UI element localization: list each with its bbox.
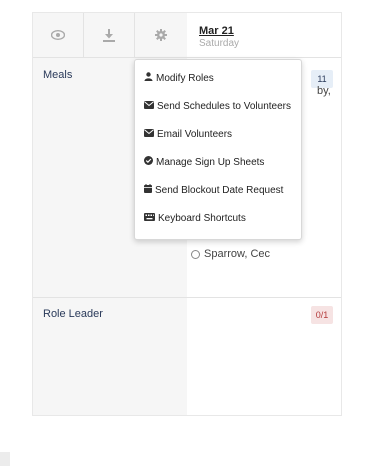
- role-label-role-leader: Role Leader: [43, 308, 103, 320]
- eye-icon: [51, 30, 65, 40]
- date-header[interactable]: Mar 21 Saturday: [199, 25, 239, 50]
- menu-item-label: Email Volunteers: [157, 128, 233, 140]
- page-corner-shade: [0, 452, 10, 466]
- settings-dropdown-menu: Modify Roles Send Schedules to Volunteer…: [134, 59, 302, 240]
- envelope-icon: [144, 100, 157, 112]
- row-divider: [33, 297, 341, 298]
- menu-item-modify-roles[interactable]: Modify Roles: [144, 70, 214, 86]
- date-link[interactable]: Mar 21: [199, 25, 239, 38]
- role-leader-count-badge: 0/1: [311, 306, 333, 324]
- gear-icon: [154, 29, 167, 41]
- menu-item-label: Send Blockout Date Request: [155, 184, 284, 196]
- menu-item-label: Manage Sign Up Sheets: [156, 156, 265, 168]
- volunteer-name: Sparrow, Cec: [204, 248, 271, 260]
- header-divider: [33, 57, 341, 58]
- menu-item-keyboard-shortcuts[interactable]: Keyboard Shortcuts: [144, 210, 246, 226]
- volunteer-partial-name: by,: [317, 85, 331, 97]
- weekday-label: Saturday: [199, 38, 240, 49]
- keyboard-icon: [144, 212, 158, 224]
- user-icon: [144, 72, 156, 84]
- volunteer-status-radio[interactable]: [191, 249, 200, 259]
- menu-item-label: Modify Roles: [156, 72, 214, 84]
- envelope-icon: [144, 128, 157, 140]
- menu-item-label: Keyboard Shortcuts: [158, 212, 246, 224]
- view-button[interactable]: [33, 13, 84, 57]
- check-circle-icon: [144, 156, 156, 168]
- menu-item-send-blockout-request[interactable]: Send Blockout Date Request: [144, 182, 283, 198]
- menu-item-send-schedules[interactable]: Send Schedules to Volunteers: [144, 98, 291, 114]
- volunteer-item[interactable]: Sparrow, Cec: [191, 248, 270, 260]
- menu-item-email-volunteers[interactable]: Email Volunteers: [144, 126, 232, 142]
- menu-item-label: Send Schedules to Volunteers: [157, 100, 291, 112]
- settings-button[interactable]: [135, 13, 186, 57]
- download-button[interactable]: [84, 13, 135, 57]
- role-label-meals: Meals: [43, 69, 73, 81]
- calendar-icon: [144, 184, 155, 196]
- menu-item-manage-signup-sheets[interactable]: Manage Sign Up Sheets: [144, 154, 264, 170]
- download-icon: [103, 28, 115, 42]
